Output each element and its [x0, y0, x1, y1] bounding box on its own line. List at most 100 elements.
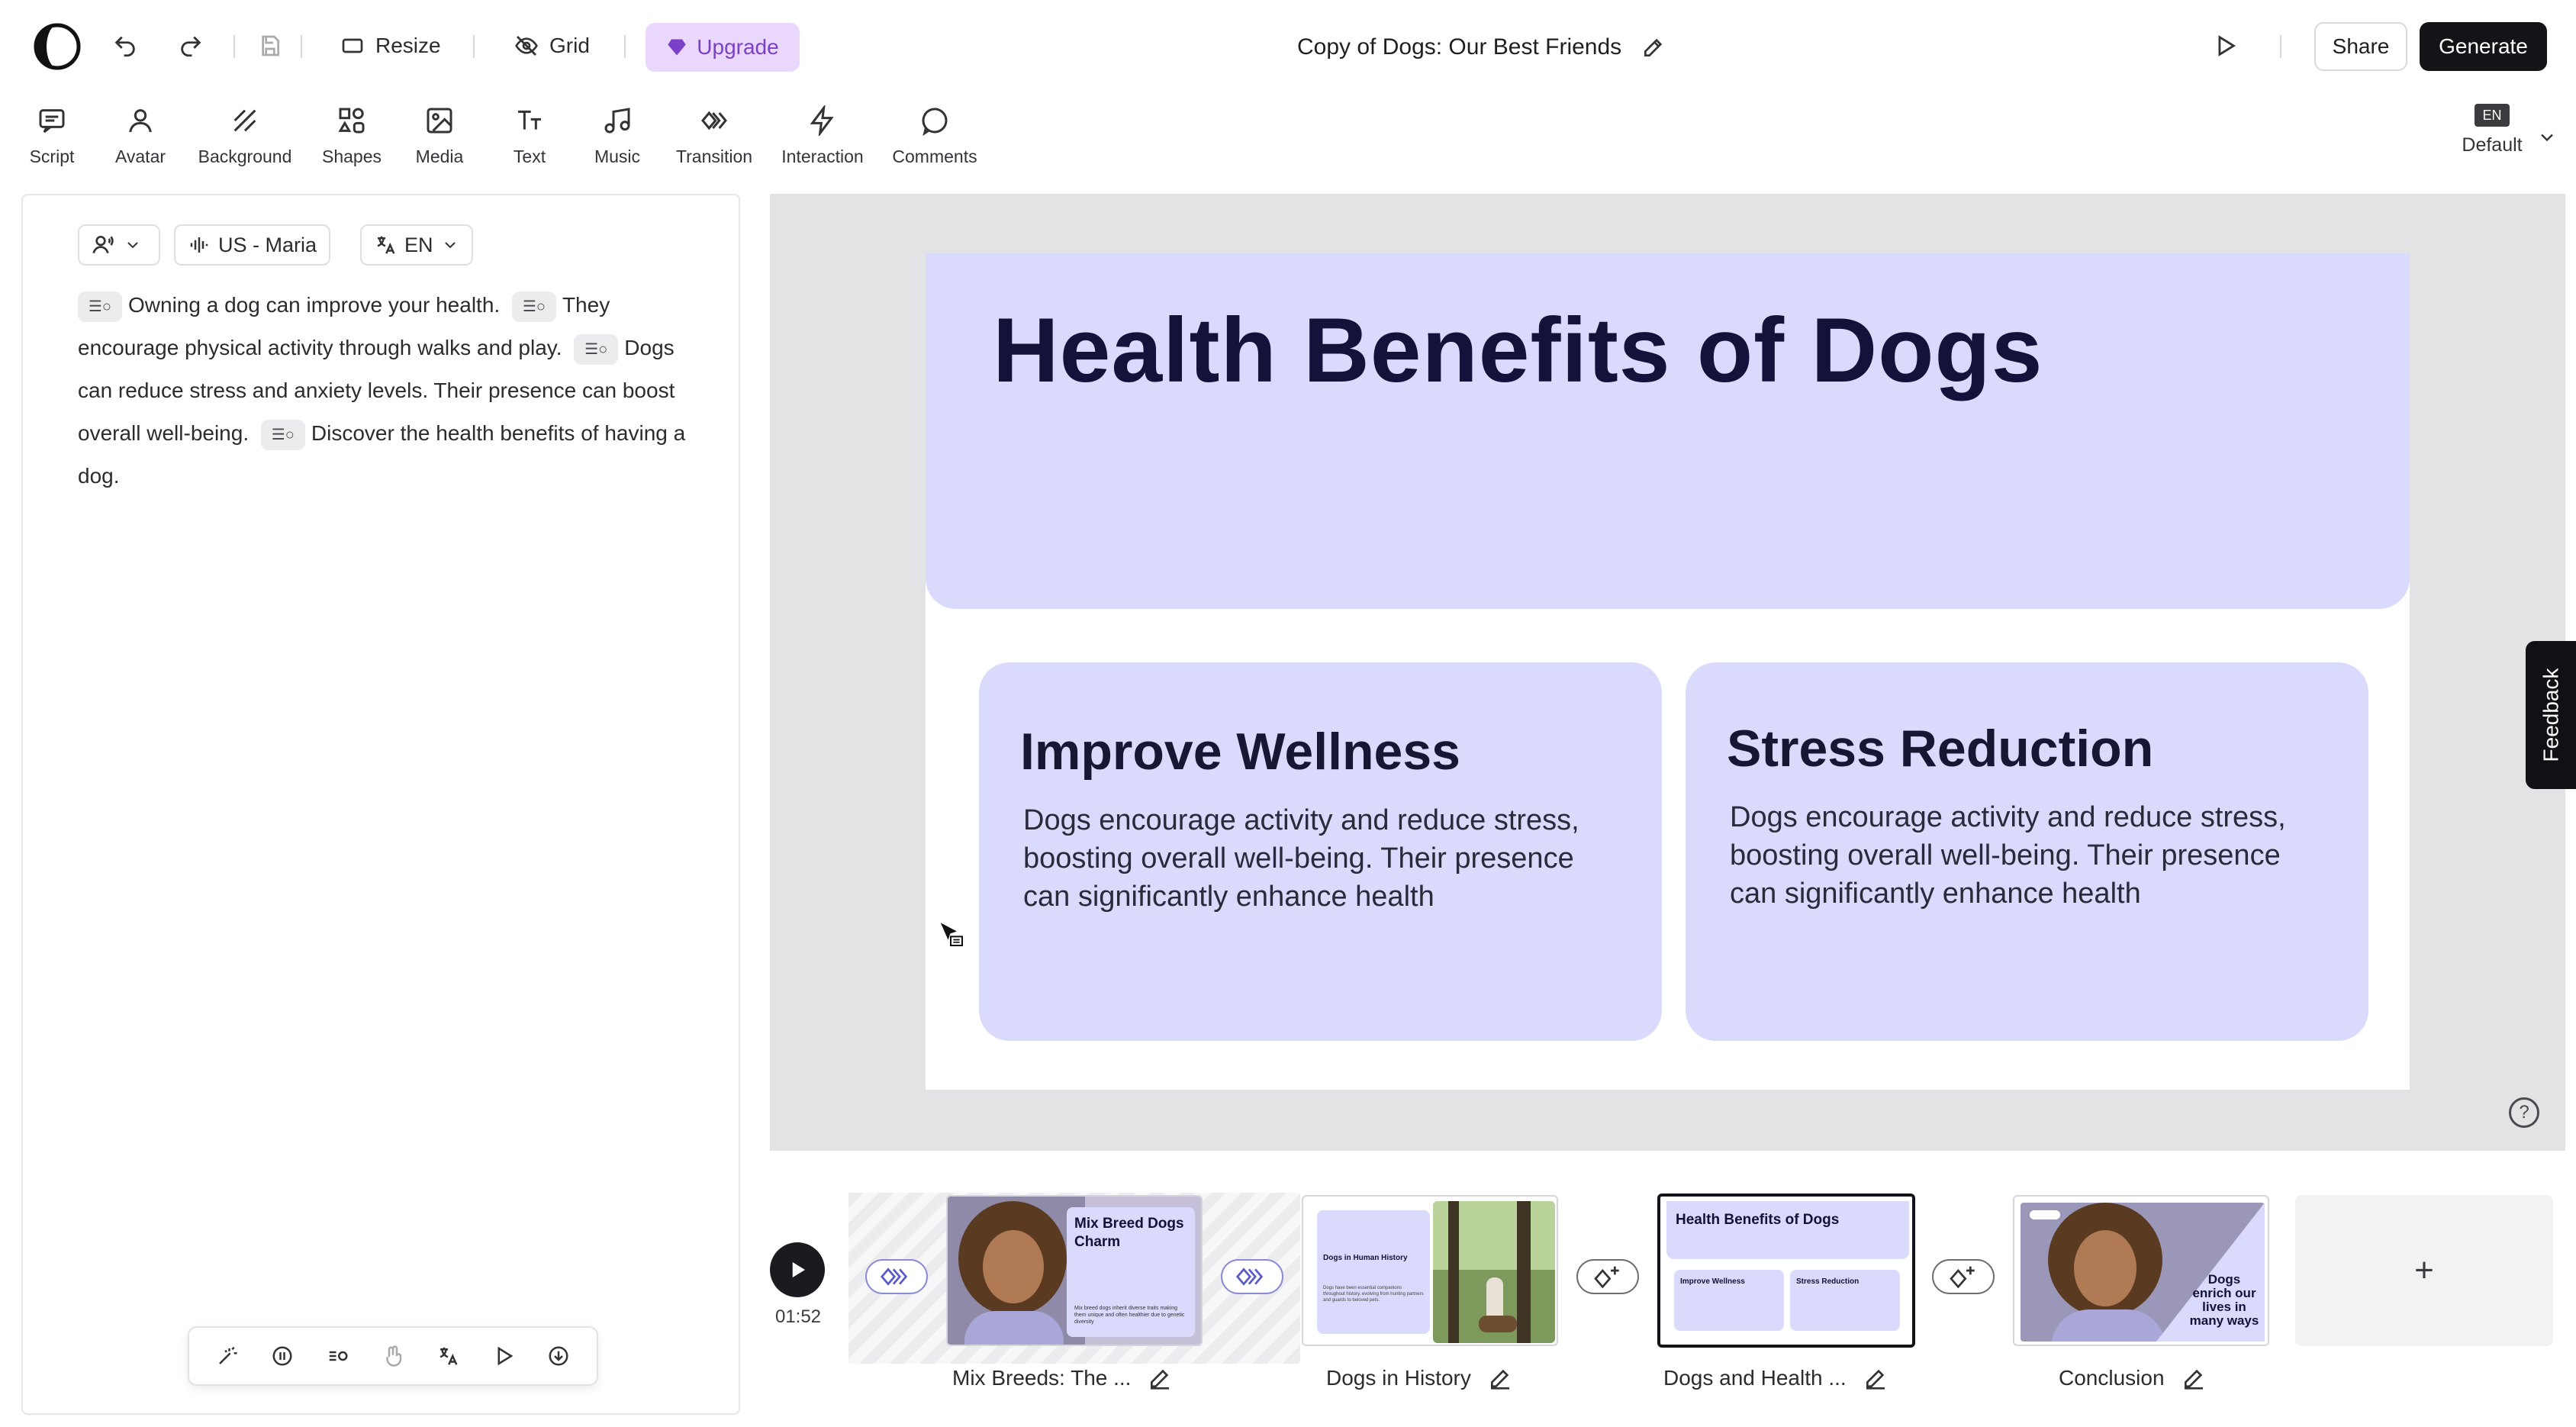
thumbnail-title: Dogs enrich our lives in many ways	[2189, 1272, 2259, 1328]
resize-button[interactable]: Resize	[333, 23, 449, 69]
tool-script[interactable]: Script	[24, 102, 79, 171]
slide-name[interactable]: Dogs and Health ...	[1663, 1363, 1888, 1393]
slide-canvas[interactable]: Health Benefits of Dogs Improve Wellness…	[926, 253, 2410, 1090]
timeline-play-button[interactable]	[770, 1242, 825, 1297]
transition-button[interactable]	[865, 1259, 928, 1294]
voice-label: US - Maria	[218, 233, 317, 256]
thumbnail-card: Dogs in Human History Dogs have been ess…	[1317, 1210, 1430, 1334]
card-heading[interactable]: Improve Wellness	[1020, 722, 1460, 781]
language-default-selector[interactable]: EN Default	[2458, 104, 2526, 168]
tool-music[interactable]: Music	[589, 102, 646, 171]
download-icon[interactable]	[543, 1341, 574, 1371]
add-slide-button[interactable]: +	[2295, 1195, 2553, 1346]
tool-avatar[interactable]: Avatar	[111, 102, 169, 171]
pause-marker-icon[interactable]: ☰○	[511, 291, 556, 322]
thumbnail-body: Mix breed dogs inherit diverse traits ma…	[1074, 1306, 1185, 1325]
add-transition-button[interactable]	[1932, 1259, 1995, 1294]
undo-icon[interactable]	[102, 23, 148, 69]
pause-marker-icon[interactable]: ☰○	[78, 291, 122, 322]
slide-title[interactable]: Health Benefits of Dogs	[993, 298, 2043, 403]
waveform-icon	[190, 237, 208, 253]
save-icon[interactable]	[247, 23, 293, 69]
edit-slide-name-icon[interactable]	[1863, 1366, 1888, 1390]
add-transition-icon	[1950, 1266, 1975, 1289]
script-segment: Owning a dog can improve your health.	[128, 293, 501, 317]
translate-icon[interactable]	[433, 1341, 463, 1371]
generate-button[interactable]: Generate	[2420, 22, 2547, 71]
pause-icon[interactable]	[267, 1341, 298, 1371]
card-body[interactable]: Dogs encourage activity and reduce stres…	[1730, 798, 2325, 913]
script-language-label: EN	[404, 233, 433, 256]
share-label: Share	[2332, 34, 2390, 58]
tool-label: Comments	[892, 147, 977, 166]
tool-text[interactable]: Text	[507, 102, 552, 171]
edit-slide-name-icon[interactable]	[1148, 1366, 1172, 1390]
tool-media[interactable]: Media	[412, 102, 467, 171]
thumbnail-card: Stress Reduction	[1790, 1270, 1900, 1331]
slide-thumbnail[interactable]: Mix Breed Dogs Charm Mix breed dogs inhe…	[946, 1195, 1203, 1346]
transition-icon	[1235, 1268, 1264, 1286]
document-title: Copy of Dogs: Our Best Friends	[1297, 23, 1666, 72]
resize-icon	[342, 38, 363, 53]
voice-selector[interactable]: US - Maria	[174, 224, 331, 266]
pause-marker-icon[interactable]: ☰○	[260, 419, 305, 450]
grid-label: Grid	[549, 34, 590, 57]
card-heading[interactable]: Stress Reduction	[1727, 719, 2153, 778]
timeline-duration: 01:52	[774, 1306, 822, 1327]
pause-marker-icon[interactable]: ☰○	[574, 333, 619, 365]
slide-thumbnail-selected[interactable]: Health Benefits of Dogs Improve Wellness…	[1657, 1193, 1915, 1348]
tool-background[interactable]: Background	[195, 102, 295, 171]
slide-name-text: Conclusion	[2059, 1366, 2165, 1390]
chevron-down-icon	[127, 242, 138, 249]
help-icon[interactable]: ?	[2509, 1097, 2539, 1128]
add-transition-button[interactable]	[1576, 1259, 1639, 1294]
thumbnail-body: Dogs have been essential companions thro…	[1323, 1286, 1424, 1303]
tool-comments[interactable]: Comments	[890, 102, 980, 171]
avatar-image	[948, 1197, 1085, 1345]
magic-wand-icon[interactable]	[212, 1341, 243, 1371]
transition-icon	[880, 1268, 908, 1286]
tool-shapes[interactable]: Shapes	[319, 102, 385, 171]
chevron-down-icon[interactable]	[2536, 127, 2558, 148]
top-bar: Resize Grid Upgrade Copy of Dogs: Our Be…	[0, 0, 2576, 92]
edit-title-icon[interactable]	[1641, 35, 1666, 60]
redo-icon[interactable]	[168, 23, 214, 69]
script-language-dropdown[interactable]: EN	[360, 224, 473, 266]
share-button[interactable]: Share	[2314, 22, 2407, 71]
edit-slide-name-icon[interactable]	[2182, 1366, 2206, 1390]
slide-card-wellness[interactable]: Improve Wellness Dogs encourage activity…	[979, 662, 1662, 1041]
gesture-icon[interactable]	[378, 1341, 408, 1371]
play-script-icon[interactable]	[488, 1341, 519, 1371]
grid-button[interactable]: Grid	[507, 23, 597, 69]
language-badge: EN	[2475, 104, 2510, 127]
tool-label: Media	[415, 147, 464, 166]
app-logo-icon[interactable]	[32, 21, 82, 72]
toolbar-divider	[233, 35, 235, 58]
music-icon	[599, 102, 636, 139]
feedback-tab[interactable]: Feedback	[2526, 641, 2576, 789]
toolbar-divider	[2280, 35, 2281, 58]
slide-name[interactable]: Dogs in History	[1326, 1363, 1512, 1393]
slide-thumbnail[interactable]: Dogs in Human History Dogs have been ess…	[1302, 1195, 1558, 1346]
tool-interaction[interactable]: Interaction	[780, 102, 865, 171]
slide-thumbnail[interactable]: Dogs enrich our lives in many ways	[2013, 1195, 2269, 1346]
slide-name[interactable]: Mix Breeds: The ...	[952, 1363, 1172, 1393]
thumbnail-card-title: Stress Reduction	[1796, 1277, 1860, 1286]
slide-name[interactable]: Conclusion	[2059, 1363, 2206, 1393]
add-pause-icon[interactable]	[323, 1341, 353, 1371]
preview-play-icon[interactable]	[2202, 23, 2248, 69]
tool-transition[interactable]: Transition	[671, 102, 757, 171]
upgrade-button[interactable]: Upgrade	[646, 23, 800, 72]
slide-header-block[interactable]: Health Benefits of Dogs	[926, 253, 2410, 609]
transition-button[interactable]	[1221, 1259, 1283, 1294]
script-text-editor[interactable]: ☰○ Owning a dog can improve your health. …	[78, 284, 704, 498]
toolbar-divider	[301, 35, 302, 58]
text-icon	[511, 102, 548, 139]
thumbnail-title: Mix Breed Dogs Charm	[1074, 1216, 1184, 1250]
slide-name-text: Dogs in History	[1326, 1366, 1471, 1390]
card-body[interactable]: Dogs encourage activity and reduce stres…	[1023, 801, 1618, 916]
media-icon	[421, 102, 458, 139]
slide-card-stress[interactable]: Stress Reduction Dogs encourage activity…	[1686, 662, 2368, 1041]
avatar-voice-dropdown[interactable]	[78, 224, 160, 266]
edit-slide-name-icon[interactable]	[1488, 1366, 1512, 1390]
